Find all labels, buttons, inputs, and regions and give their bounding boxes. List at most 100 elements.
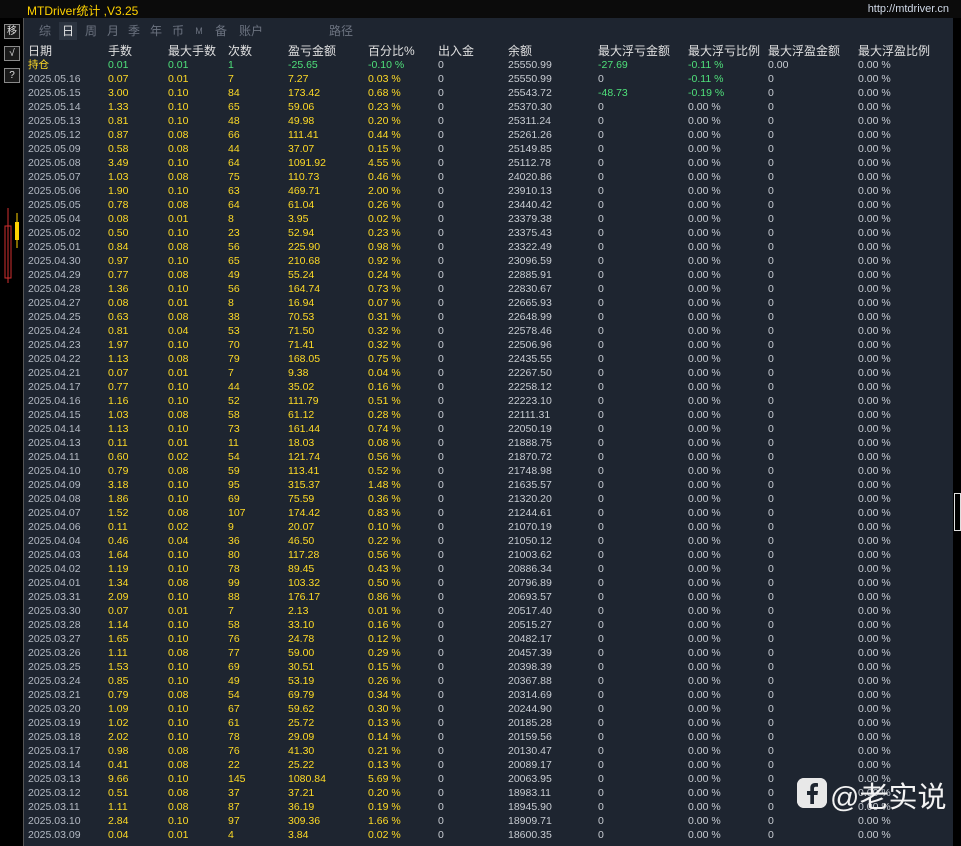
cell-max-float-profit-pct: 0.00 %	[858, 647, 891, 659]
table-row: 2025.04.14 1.13 0.10 73 161.44 0.74 % 0 22050.1…	[24, 422, 954, 436]
cell-max-float-profit-pct: 0.00 %	[858, 479, 891, 491]
cell-max-lots: 0.10	[168, 185, 189, 197]
table-row: 2025.03.19 1.02 0.10 61 25.72 0.13 % 0 20185.28…	[24, 716, 954, 730]
tab-2[interactable]: 周	[82, 22, 100, 40]
cell-deposit: 0	[438, 423, 444, 435]
header-pnl[interactable]: 盈亏金额	[288, 43, 336, 59]
cell-percent: 0.21 %	[368, 745, 401, 757]
tab-3[interactable]: 月	[104, 22, 122, 40]
cell-lots: 0.98	[108, 745, 129, 757]
tab-4[interactable]: 季	[125, 22, 143, 40]
header-balance[interactable]: 余额	[508, 43, 532, 59]
cell-count: 56	[228, 283, 240, 295]
scroll-handle[interactable]	[954, 493, 961, 531]
table-row: 2025.04.15 1.03 0.08 58 61.12 0.28 % 0 22111.31…	[24, 408, 954, 422]
cell-lots: 1.90	[108, 185, 129, 197]
cell-count: 54	[228, 689, 240, 701]
cell-max-float-loss: 0	[598, 521, 604, 533]
cell-pnl: 161.44	[288, 423, 321, 435]
header-max-float-loss[interactable]: 最大浮亏金额	[598, 43, 670, 59]
cell-max-float-profit: 0	[768, 731, 774, 743]
header-max-float-profit-pct[interactable]: 最大浮盈比例	[858, 43, 930, 59]
cell-max-lots: 0.02	[168, 451, 189, 463]
header-count[interactable]: 次数	[228, 43, 252, 59]
cell-percent: 0.14 %	[368, 731, 401, 743]
period-tabs: 综日周月季年币 M 备账户 路径	[24, 22, 954, 40]
cell-deposit: 0	[438, 339, 444, 351]
website-link[interactable]: http://mtdriver.cn	[868, 3, 949, 15]
header-lots[interactable]: 手数	[108, 43, 132, 59]
cell-date: 2025.03.28	[28, 619, 81, 631]
table-row: 2025.05.02 0.50 0.10 23 52.94 0.23 % 0 23375.43…	[24, 226, 954, 240]
header-date[interactable]: 日期	[28, 43, 52, 59]
cell-lots: 0.01	[108, 59, 129, 71]
tab-6[interactable]: 币	[169, 22, 187, 40]
cell-date: 2025.03.11	[28, 801, 80, 813]
cell-count: 7	[228, 367, 234, 379]
cell-balance: 20398.39	[508, 661, 552, 673]
cell-max-float-profit-pct: 0.00 %	[858, 339, 891, 351]
cell-max-float-loss: 0	[598, 661, 604, 673]
header-max-lots[interactable]: 最大手数	[168, 43, 216, 59]
cell-date: 2025.03.31	[28, 591, 81, 603]
cell-max-float-loss-pct: 0.00 %	[688, 507, 721, 519]
cell-pnl: 174.42	[288, 507, 321, 519]
cell-count: 53	[228, 325, 240, 337]
cell-date: 2025.03.18	[28, 731, 81, 743]
cell-count: 37	[228, 787, 240, 799]
cell-max-float-profit: 0	[768, 801, 774, 813]
cell-balance: 22506.96	[508, 339, 552, 351]
tab-1[interactable]: 日	[59, 22, 77, 40]
header-percent[interactable]: 百分比%	[368, 43, 415, 59]
tab-8[interactable]: 备	[212, 22, 230, 40]
cell-deposit: 0	[438, 157, 444, 169]
cell-deposit: 0	[438, 409, 444, 421]
cell-pnl: 3.84	[288, 829, 309, 841]
cell-max-lots: 0.10	[168, 619, 189, 631]
cell-pnl: 41.30	[288, 745, 315, 757]
cell-max-float-profit-pct: 0.00 %	[858, 759, 891, 771]
cell-count: 95	[228, 479, 240, 491]
header-deposit[interactable]: 出入金	[438, 43, 474, 59]
cell-date: 2025.03.12	[28, 787, 81, 799]
cell-max-float-loss: 0	[598, 73, 604, 85]
tab-5[interactable]: 年	[147, 22, 165, 40]
cell-balance: 21870.72	[508, 451, 552, 463]
cell-max-lots: 0.10	[168, 255, 189, 267]
cell-max-float-loss-pct: 0.00 %	[688, 605, 721, 617]
cell-max-float-profit: 0	[768, 479, 774, 491]
cell-deposit: 0	[438, 283, 444, 295]
cell-count: 52	[228, 395, 240, 407]
table-row: 2025.04.16 1.16 0.10 52 111.79 0.51 % 0 22223.1…	[24, 394, 954, 408]
cell-percent: 0.02 %	[368, 213, 401, 225]
confirm-button[interactable]: √	[4, 46, 20, 61]
cell-count: 49	[228, 269, 240, 281]
cell-deposit: 0	[438, 759, 444, 771]
cell-deposit: 0	[438, 605, 444, 617]
help-button[interactable]: ?	[4, 68, 20, 83]
move-button[interactable]: 移	[4, 24, 20, 39]
cell-max-float-loss: 0	[598, 311, 604, 323]
cell-max-lots: 0.01	[168, 213, 189, 225]
header-max-float-loss-pct[interactable]: 最大浮亏比例	[688, 43, 760, 59]
cell-deposit: 0	[438, 661, 444, 673]
cell-max-float-loss: 0	[598, 129, 604, 141]
cell-balance: 24020.86	[508, 171, 552, 183]
cell-max-lots: 0.10	[168, 633, 189, 645]
header-max-float-profit[interactable]: 最大浮盈金额	[768, 43, 840, 59]
tab-7[interactable]: M	[192, 22, 206, 40]
table-row: 2025.04.17 0.77 0.10 44 35.02 0.16 % 0 22258.12…	[24, 380, 954, 394]
table-row: 2025.04.25 0.63 0.08 38 70.53 0.31 % 0 22648.99…	[24, 310, 954, 324]
cell-balance: 21320.20	[508, 493, 552, 505]
cell-pnl: 24.78	[288, 633, 315, 645]
table-row: 2025.05.09 0.58 0.08 44 37.07 0.15 % 0 25149.85…	[24, 142, 954, 156]
cell-deposit: 0	[438, 815, 444, 827]
tab-9[interactable]: 账户	[236, 22, 266, 40]
cell-percent: 0.56 %	[368, 451, 401, 463]
cell-count: 1	[228, 59, 234, 71]
cell-count: 9	[228, 521, 234, 533]
cell-max-lots: 0.08	[168, 759, 189, 771]
tab-10[interactable]: 路径	[324, 22, 358, 40]
tab-0[interactable]: 综	[36, 22, 54, 40]
cell-max-float-loss-pct: 0.00 %	[688, 647, 721, 659]
